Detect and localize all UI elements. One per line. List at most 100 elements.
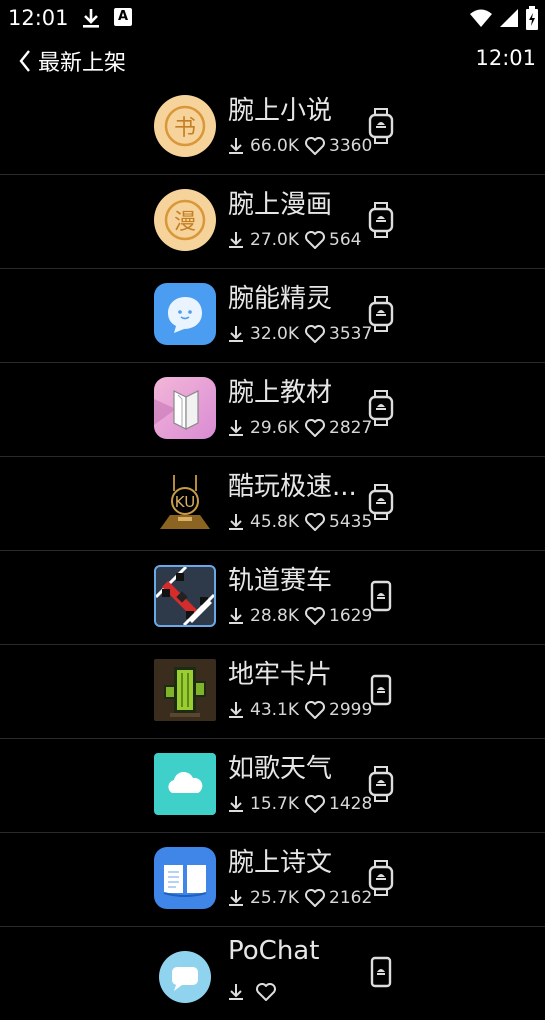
like-count: 5435 <box>329 512 373 532</box>
like-count: 2999 <box>329 700 373 720</box>
app-name: 腕上诗文 <box>228 848 333 878</box>
heart-icon <box>256 983 276 1001</box>
download-icon <box>229 138 243 154</box>
app-stats: 25.7K 2162 <box>227 887 372 909</box>
download-count: 45.8K <box>250 512 299 532</box>
list-item[interactable]: 漫 腕上漫画 27.0K 564 <box>0 175 545 269</box>
svg-text:书: 书 <box>174 116 196 141</box>
app-name: 轨道赛车 <box>228 566 333 596</box>
list-item[interactable]: KU 酷玩极速... 45.8K 5435 <box>0 457 545 551</box>
wifi-icon <box>470 9 492 27</box>
app-name: 腕能精灵 <box>228 284 333 314</box>
app-name: PoChat <box>228 936 320 966</box>
download-count: 25.7K <box>250 888 299 908</box>
app-stats: 43.1K 2999 <box>227 699 372 721</box>
download-icon <box>229 984 243 1000</box>
app-name: 地牢卡片 <box>228 660 333 690</box>
heart-icon <box>305 513 325 531</box>
download-icon <box>229 890 243 906</box>
watch-icon[interactable] <box>368 296 394 332</box>
app-stats: 15.7K 1428 <box>227 793 372 815</box>
app-stats: 27.0K 564 <box>227 229 361 251</box>
download-icon <box>229 326 243 342</box>
cloud-icon <box>154 753 216 815</box>
book-glyph-icon: 书 <box>154 95 216 157</box>
heart-icon <box>305 137 325 155</box>
app-name: 酷玩极速... <box>228 472 357 502</box>
comic-glyph-icon: 漫 <box>154 189 216 251</box>
download-count: 15.7K <box>250 794 299 814</box>
like-count: 564 <box>329 230 362 250</box>
list-item[interactable]: 书 腕上小说 66.0K 3360 <box>0 81 545 175</box>
download-icon <box>229 420 243 436</box>
download-notification-icon <box>83 9 99 28</box>
chat-icon <box>154 941 216 1003</box>
app-name: 腕上教材 <box>228 378 333 408</box>
heart-icon <box>305 607 325 625</box>
chat-bubble-icon <box>154 283 216 345</box>
app-name: 腕上小说 <box>228 96 333 126</box>
list-item[interactable]: 腕上诗文 25.7K 2162 <box>0 833 545 927</box>
poetry-book-icon <box>154 847 216 909</box>
ku-vip-logo-icon: KU <box>154 471 216 533</box>
app-stats: 29.6K 2827 <box>227 417 372 439</box>
band-icon[interactable] <box>368 672 394 708</box>
download-count: 29.6K <box>250 418 299 438</box>
app-stats: 66.0K 3360 <box>227 135 372 157</box>
status-indicators <box>469 6 539 30</box>
list-item[interactable]: 如歌天气 15.7K 1428 <box>0 739 545 833</box>
app-name: 如歌天气 <box>228 754 333 784</box>
svg-text:KU: KU <box>175 493 195 511</box>
like-count: 1428 <box>329 794 373 814</box>
watch-icon[interactable] <box>368 484 394 520</box>
app-stats: 28.8K 1629 <box>227 605 372 627</box>
download-count: 32.0K <box>250 324 299 344</box>
battery-icon <box>526 6 538 30</box>
band-icon[interactable] <box>368 954 394 990</box>
heart-icon <box>305 795 325 813</box>
like-count: 2827 <box>329 418 373 438</box>
app-name: 腕上漫画 <box>228 190 333 220</box>
like-count: 1629 <box>329 606 373 626</box>
heart-icon <box>305 325 325 343</box>
download-count: 43.1K <box>250 700 299 720</box>
like-count: 3360 <box>329 136 373 156</box>
list-item[interactable]: 地牢卡片 43.1K 2999 <box>0 645 545 739</box>
app-stats: 32.0K 3537 <box>227 323 372 345</box>
watch-icon[interactable] <box>368 390 394 426</box>
title-bar: 最新上架 12:01 <box>0 40 545 82</box>
download-icon <box>229 514 243 530</box>
open-book-icon <box>154 377 216 439</box>
heart-icon <box>305 231 325 249</box>
download-count: 66.0K <box>250 136 299 156</box>
list-item[interactable]: 腕上教材 29.6K 2827 <box>0 363 545 457</box>
app-stats: 45.8K 5435 <box>227 511 372 533</box>
svg-text:漫: 漫 <box>174 210 196 235</box>
download-icon <box>229 796 243 812</box>
watch-icon[interactable] <box>368 108 394 144</box>
band-icon[interactable] <box>368 578 394 614</box>
like-count: 3537 <box>329 324 373 344</box>
page-title: 最新上架 <box>38 51 127 76</box>
app-notification-icon: A <box>114 8 132 26</box>
list-item[interactable]: 轨道赛车 28.8K 1629 <box>0 551 545 645</box>
header-clock: 12:01 <box>475 46 536 70</box>
app-list: 书 腕上小说 66.0K 3360 漫 腕上漫画 27.0K 564 腕能精灵 … <box>0 81 545 1020</box>
list-item[interactable]: 腕能精灵 32.0K 3537 <box>0 269 545 363</box>
download-icon <box>229 702 243 718</box>
watch-icon[interactable] <box>368 860 394 896</box>
watch-icon[interactable] <box>368 766 394 802</box>
signal-icon <box>500 9 518 27</box>
app-stats <box>227 981 280 1003</box>
watch-icon[interactable] <box>368 202 394 238</box>
status-time: 12:01 <box>8 6 69 30</box>
download-count: 27.0K <box>250 230 299 250</box>
download-icon <box>229 608 243 624</box>
back-chevron-icon[interactable] <box>14 46 36 76</box>
status-bar: 12:01 A <box>0 0 545 38</box>
list-item[interactable]: PoChat <box>0 927 545 1020</box>
heart-icon <box>305 889 325 907</box>
pixel-cactus-icon <box>154 659 216 721</box>
download-icon <box>229 232 243 248</box>
download-count: 28.8K <box>250 606 299 626</box>
